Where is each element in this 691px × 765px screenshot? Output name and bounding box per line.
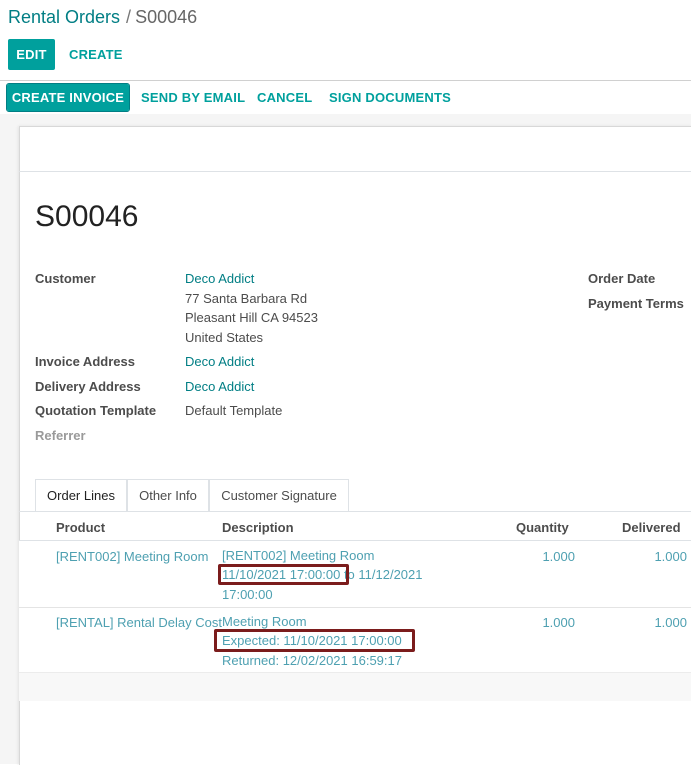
referrer-label: Referrer	[35, 428, 86, 443]
row1-end-date-text: to 11/12/2021	[340, 567, 423, 582]
cancel-button[interactable]: CANCEL	[257, 90, 312, 105]
create-invoice-button[interactable]: CREATE INVOICE	[6, 83, 130, 112]
row1-description-line1: [RENT002] Meeting Room	[222, 548, 375, 563]
column-header-product[interactable]: Product	[56, 520, 105, 535]
edit-button[interactable]: EDIT	[8, 39, 55, 70]
payment-terms-label: Payment Terms	[588, 296, 684, 311]
highlight-box-expected-date	[214, 629, 415, 652]
customer-address-line3: United States	[185, 330, 264, 345]
customer-label: Customer	[35, 271, 96, 286]
customer-address-line1: 77 Santa Barbara Rd	[185, 291, 308, 306]
row2-product[interactable]: [RENTAL] Rental Delay Cost	[56, 615, 222, 630]
tab-other-info[interactable]: Other Info	[127, 479, 209, 511]
column-header-delivered[interactable]: Delivered	[622, 520, 681, 535]
column-header-quantity[interactable]: Quantity	[516, 520, 569, 535]
quotation-template-value: Default Template	[185, 403, 283, 418]
row2-delivered: 1.000	[654, 615, 687, 630]
row2-quantity: 1.000	[542, 615, 575, 630]
customer-address-line2: Pleasant Hill CA 94523	[185, 310, 318, 325]
send-by-email-button[interactable]: SEND BY EMAIL	[141, 90, 245, 105]
breadcrumb-current: S00046	[135, 7, 198, 27]
row1-quantity: 1.000	[542, 549, 575, 564]
row2-description-line3: Returned: 12/02/2021 16:59:17	[222, 653, 402, 668]
quotation-template-label: Quotation Template	[35, 403, 157, 418]
invoice-address-link[interactable]: Deco Addict	[185, 354, 254, 369]
invoice-address-label: Invoice Address	[35, 354, 135, 369]
row1-product[interactable]: [RENT002] Meeting Room	[56, 549, 208, 564]
create-button[interactable]: CREATE	[69, 47, 123, 62]
table-empty-row	[19, 672, 691, 701]
delivery-address-label: Delivery Address	[35, 379, 141, 394]
order-date-label: Order Date	[588, 271, 656, 286]
record-title: S00046	[35, 200, 139, 233]
column-header-description[interactable]: Description	[222, 520, 294, 535]
breadcrumb-separator: /	[126, 7, 132, 27]
sign-documents-button[interactable]: SIGN DOCUMENTS	[329, 90, 451, 105]
sheet-header-divider	[19, 171, 691, 172]
breadcrumb-rental-orders-link[interactable]: Rental Orders	[8, 7, 120, 27]
breadcrumb: Rental Orders / S00046	[8, 7, 197, 28]
tabs-divider	[19, 511, 691, 512]
tab-order-lines[interactable]: Order Lines	[35, 479, 127, 512]
tab-customer-signature[interactable]: Customer Signature	[209, 479, 349, 511]
row1-delivered: 1.000	[654, 549, 687, 564]
highlight-box-start-date	[218, 564, 349, 585]
row1-description-line3: 17:00:00	[222, 587, 273, 602]
customer-link[interactable]: Deco Addict	[185, 271, 254, 286]
delivery-address-link[interactable]: Deco Addict	[185, 379, 254, 394]
